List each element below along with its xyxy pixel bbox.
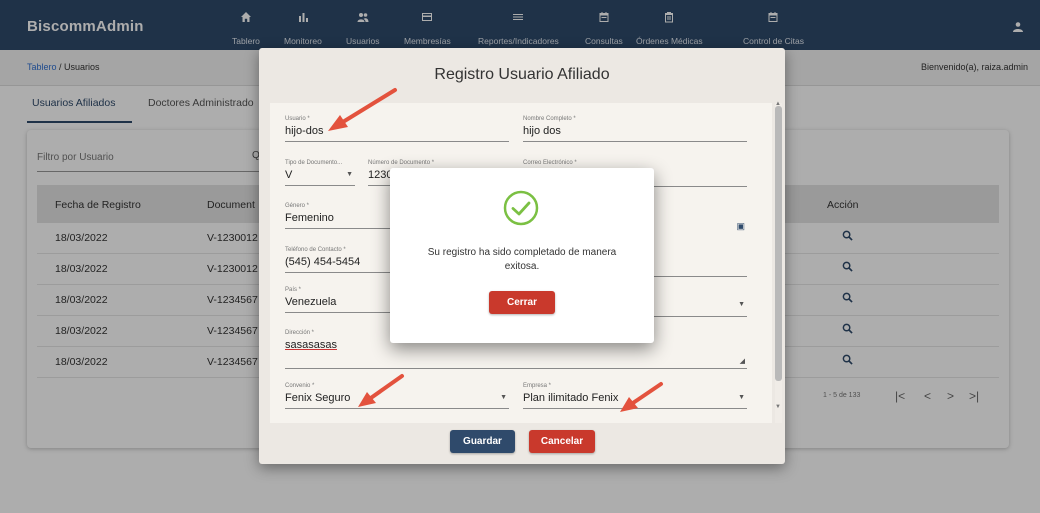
chevron-down-icon: ▼ xyxy=(738,301,745,308)
field-value-text: sasasasas xyxy=(285,339,337,351)
annotation-arrow-icon xyxy=(358,374,404,407)
cerrar-button[interactable]: Cerrar xyxy=(489,291,555,314)
field-value-text: V xyxy=(285,169,293,181)
guardar-button[interactable]: Guardar xyxy=(450,430,515,453)
field-label: Nombre Completo * xyxy=(523,116,576,122)
annotation-arrow-icon xyxy=(328,88,397,131)
dialog-scrollbar-thumb[interactable] xyxy=(775,106,782,381)
success-popup: Su registro ha sido completado de manera… xyxy=(390,168,654,343)
field-label: Número de Documento * xyxy=(368,160,435,166)
field-value[interactable]: sasasasas ◢ xyxy=(285,339,747,369)
cancelar-button[interactable]: Cancelar xyxy=(529,430,595,453)
calendar-icon[interactable]: ▣ xyxy=(736,221,745,232)
nombre-completo-field[interactable]: Nombre Completo * hijo dos xyxy=(523,116,747,142)
scroll-down-icon[interactable]: ▼ xyxy=(775,404,781,410)
field-label: Tipo de Documento... xyxy=(285,160,343,166)
success-message: Su registro ha sido completado de manera… xyxy=(427,247,617,272)
dialog-title: Registro Usuario Afiliado xyxy=(434,66,610,83)
scroll-up-icon[interactable]: ▲ xyxy=(775,101,781,107)
chevron-down-icon: ▼ xyxy=(738,394,745,401)
field-value-text: Plan ilimitado Fenix xyxy=(523,392,619,404)
annotation-arrow-icon xyxy=(620,382,663,412)
success-check-icon xyxy=(503,190,539,226)
field-value-text: Fenix Seguro xyxy=(285,392,351,404)
chevron-down-icon: ▼ xyxy=(500,394,507,401)
resize-handle-icon[interactable]: ◢ xyxy=(740,357,745,365)
field-value[interactable]: V ▼ xyxy=(285,169,355,186)
chevron-down-icon: ▼ xyxy=(346,171,353,178)
field-value[interactable]: hijo dos xyxy=(523,125,747,142)
tipo-documento-select[interactable]: Tipo de Documento... V ▼ xyxy=(285,160,355,186)
field-label: Correo Electrónico * xyxy=(523,160,577,166)
